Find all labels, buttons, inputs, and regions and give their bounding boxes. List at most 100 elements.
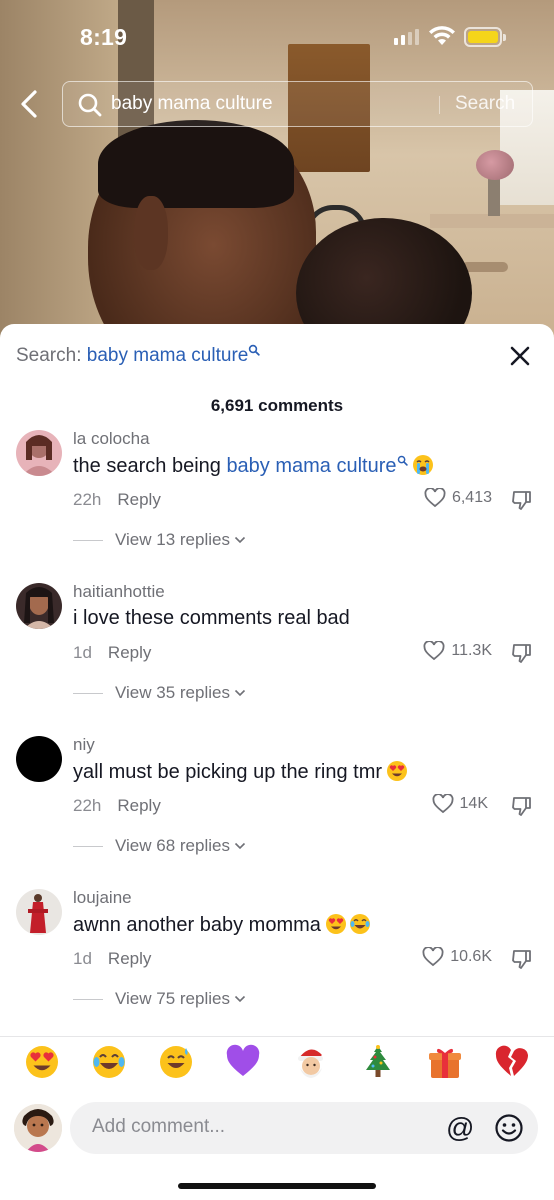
view-replies-label: View 35 replies — [115, 683, 230, 702]
view-replies-label: View 75 replies — [115, 989, 230, 1008]
replies-line — [73, 692, 103, 694]
back-chevron-icon[interactable] — [14, 86, 46, 122]
view-replies-button[interactable]: View 75 replies — [73, 989, 246, 1009]
comment-meta: 1d Reply — [73, 949, 151, 969]
sheet-title[interactable]: Search: baby mama culture — [16, 344, 261, 367]
view-replies-label: View 13 replies — [115, 530, 230, 549]
comment-text-body: awnn another baby momma — [73, 914, 321, 936]
heart-eyes-icon[interactable] — [24, 1044, 60, 1080]
video-shelf — [430, 214, 554, 228]
gift-icon[interactable] — [427, 1044, 463, 1080]
comment-search-link[interactable]: baby mama culture — [226, 455, 396, 477]
sheet-title-query[interactable]: baby mama culture — [87, 345, 249, 366]
like-count: 11.3K — [451, 642, 492, 659]
video-vase — [488, 178, 500, 216]
like-button[interactable]: 10.6K — [422, 947, 492, 967]
replies-line — [73, 845, 103, 847]
search-divider — [439, 96, 440, 114]
avatar[interactable] — [16, 583, 62, 629]
santa-icon[interactable] — [293, 1044, 329, 1080]
chevron-down-icon — [234, 842, 246, 850]
add-comment-placeholder: Add comment... — [92, 1116, 226, 1137]
comment-username[interactable]: la colocha — [73, 429, 150, 449]
dislike-icon[interactable] — [510, 488, 534, 512]
comment-item: loujaine awnn another baby momma 1d Reply… — [0, 885, 554, 1035]
wifi-icon — [429, 26, 455, 45]
dislike-icon[interactable] — [510, 947, 534, 971]
christmas-tree-icon[interactable] — [360, 1044, 396, 1080]
quick-emoji-bar — [0, 1044, 554, 1090]
view-replies-button[interactable]: View 35 replies — [73, 683, 246, 703]
like-count: 6,413 — [451, 489, 492, 506]
search-icon — [397, 455, 408, 466]
heart-icon — [423, 641, 445, 661]
comment-username[interactable]: niy — [73, 735, 95, 755]
close-icon[interactable] — [506, 342, 534, 370]
loudly-crying-face-icon — [412, 455, 433, 475]
chevron-down-icon — [234, 689, 246, 697]
bottom-divider — [0, 1036, 554, 1037]
dislike-icon[interactable] — [510, 641, 534, 665]
joy-icon[interactable] — [91, 1044, 127, 1080]
sheet-header: Search: baby mama culture — [0, 324, 554, 388]
comment-item: la colocha the search being baby mama cu… — [0, 426, 554, 576]
comment-username[interactable]: haitianhottie — [73, 582, 165, 602]
reply-button[interactable]: Reply — [117, 490, 160, 509]
sheet-title-prefix: Search: — [16, 345, 87, 366]
avatar[interactable] — [16, 430, 62, 476]
replies-line — [73, 539, 103, 541]
heart-eyes-icon — [387, 761, 408, 781]
comment-text-body: yall must be picking up the ring tmr — [73, 761, 383, 783]
my-avatar[interactable] — [14, 1104, 62, 1152]
avatar[interactable] — [16, 736, 62, 782]
like-count: 14K — [459, 795, 488, 812]
heart-icon — [422, 947, 444, 967]
comment-text: i love these comments real bad — [73, 607, 350, 629]
comment-age: 1d — [73, 643, 92, 662]
comment-username[interactable]: loujaine — [73, 888, 132, 908]
cellular-signal-icon — [394, 29, 419, 45]
comment-meta: 22h Reply — [73, 796, 161, 816]
mention-button[interactable]: @ — [446, 1112, 474, 1144]
chevron-down-icon — [234, 995, 246, 1003]
reply-button[interactable]: Reply — [117, 796, 160, 815]
reply-button[interactable]: Reply — [108, 643, 151, 662]
comment-meta: 1d Reply — [73, 643, 151, 663]
search-icon — [249, 344, 261, 356]
search-icon — [78, 93, 102, 117]
replies-line — [73, 998, 103, 1000]
add-comment-input[interactable]: Add comment... @ — [70, 1102, 538, 1154]
comment-age: 1d — [73, 949, 92, 968]
broken-heart-icon[interactable] — [494, 1044, 530, 1080]
comment-item: haitianhottie i love these comments real… — [0, 579, 554, 729]
sweat-smile-icon[interactable] — [158, 1044, 194, 1080]
comment-text: the search being baby mama culture — [73, 454, 434, 478]
heart-icon — [424, 488, 446, 508]
purple-heart-icon[interactable] — [225, 1044, 261, 1080]
comment-text: awnn another baby momma — [73, 913, 371, 937]
like-button[interactable]: 14K — [432, 794, 488, 814]
emoji-smile-icon[interactable] — [494, 1113, 524, 1143]
heart-eyes-icon — [325, 914, 346, 934]
view-replies-button[interactable]: View 13 replies — [73, 530, 246, 550]
battery-icon — [464, 27, 506, 47]
comment-count: 6,691 comments — [210, 396, 344, 415]
view-replies-label: View 68 replies — [115, 836, 230, 855]
joy-icon — [349, 914, 370, 934]
search-query-text: baby mama culture — [111, 93, 273, 114]
comment-text: yall must be picking up the ring tmr — [73, 760, 408, 784]
heart-icon — [432, 794, 453, 814]
search-input[interactable]: baby mama culture Search — [62, 81, 533, 127]
video-stool — [462, 262, 508, 272]
view-replies-button[interactable]: View 68 replies — [73, 836, 246, 856]
dislike-icon[interactable] — [510, 794, 534, 818]
like-button[interactable]: 11.3K — [423, 641, 492, 661]
comment-age: 22h — [73, 490, 102, 509]
home-indicator — [178, 1183, 376, 1189]
search-button[interactable]: Search — [455, 93, 515, 115]
video-person-hair — [98, 120, 294, 208]
avatar[interactable] — [16, 889, 62, 935]
comment-item: niy yall must be picking up the ring tmr… — [0, 732, 554, 882]
like-button[interactable]: 6,413 — [424, 488, 492, 508]
reply-button[interactable]: Reply — [108, 949, 151, 968]
